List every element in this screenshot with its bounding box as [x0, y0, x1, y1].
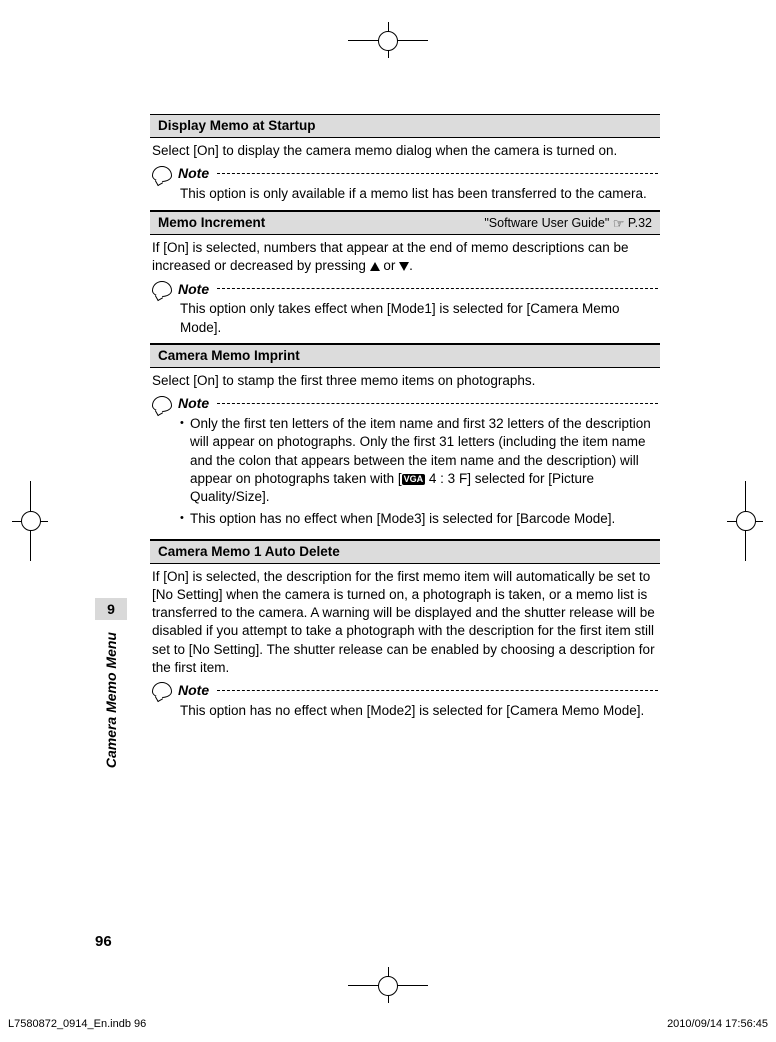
section-ref: "Software User Guide" ☞ P.32	[484, 215, 652, 233]
section-text: Select [On] to display the camera memo d…	[152, 142, 658, 160]
section-text: If [On] is selected, the description for…	[152, 568, 658, 677]
note-dash-line	[217, 173, 658, 174]
crop-mark-right	[745, 481, 746, 561]
note-text: This option is only available if a memo …	[180, 185, 658, 203]
section-title: Camera Memo 1 Auto Delete	[158, 543, 340, 561]
note-row: Note	[152, 681, 658, 700]
note-label: Note	[178, 280, 209, 299]
vga-icon: VGA	[402, 474, 426, 485]
note-label: Note	[178, 681, 209, 700]
note-icon	[152, 166, 172, 182]
section-body-memo-increment: If [On] is selected, numbers that appear…	[150, 235, 660, 344]
crop-mark-bottom	[348, 985, 428, 986]
section-title: Camera Memo Imprint	[158, 347, 300, 365]
section-header-camera-memo-imprint: Camera Memo Imprint	[150, 344, 660, 368]
note-icon	[152, 682, 172, 698]
down-triangle-icon	[399, 262, 409, 271]
section-body-auto-delete: If [On] is selected, the description for…	[150, 564, 660, 726]
note-dash-line	[217, 690, 658, 691]
section-title: Display Memo at Startup	[158, 117, 316, 135]
crop-mark-top	[348, 40, 428, 41]
note-row: Note	[152, 280, 658, 299]
section-title: Memo Increment	[158, 214, 265, 232]
note-label: Note	[178, 394, 209, 413]
crop-mark-left	[30, 481, 31, 561]
side-tab-label: Camera Memo Menu	[102, 632, 121, 768]
note-label: Note	[178, 164, 209, 183]
section-body-display-memo: Select [On] to display the camera memo d…	[150, 138, 660, 210]
section-body-camera-memo-imprint: Select [On] to stamp the first three mem…	[150, 368, 660, 539]
section-text: Select [On] to stamp the first three mem…	[152, 372, 658, 390]
note-dash-line	[217, 288, 658, 289]
pointing-hand-icon: ☞	[613, 215, 625, 233]
section-text: If [On] is selected, numbers that appear…	[152, 239, 658, 275]
footer-timestamp: 2010/09/14 17:56:45	[667, 1017, 768, 1032]
section-header-auto-delete: Camera Memo 1 Auto Delete	[150, 540, 660, 564]
note-bullet-2: This option has no effect when [Mode3] i…	[180, 510, 658, 528]
note-row: Note	[152, 394, 658, 413]
note-bullet-1: Only the first ten letters of the item n…	[180, 415, 658, 506]
footer-filename: L7580872_0914_En.indb 96	[8, 1017, 146, 1032]
section-header-display-memo: Display Memo at Startup	[150, 114, 660, 138]
page-number: 96	[95, 932, 112, 952]
note-list: Only the first ten letters of the item n…	[180, 415, 658, 528]
page-content: Display Memo at Startup Select [On] to d…	[150, 114, 660, 726]
note-icon	[152, 396, 172, 412]
note-text: This option only takes effect when [Mode…	[180, 300, 658, 336]
note-icon	[152, 281, 172, 297]
section-header-memo-increment: Memo Increment "Software User Guide" ☞ P…	[150, 211, 660, 236]
side-tab-number: 9	[95, 598, 127, 620]
note-dash-line	[217, 403, 658, 404]
note-text: This option has no effect when [Mode2] i…	[180, 702, 658, 720]
up-triangle-icon	[370, 262, 380, 271]
note-row: Note	[152, 164, 658, 183]
